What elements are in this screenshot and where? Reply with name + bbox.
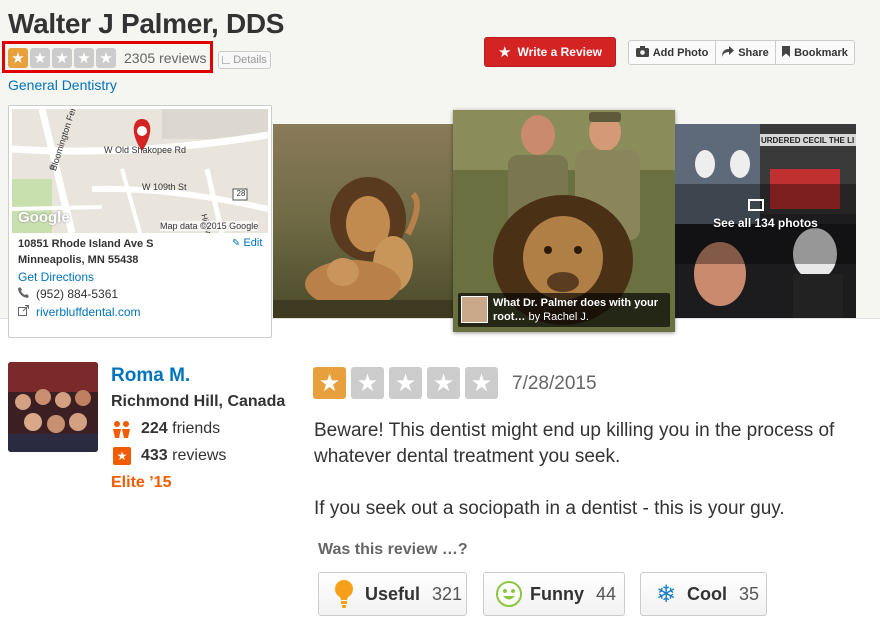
pencil-icon: ✎ xyxy=(232,238,241,249)
funny-button[interactable]: Funny 44 xyxy=(483,572,625,616)
map-street-label: W 109th St xyxy=(142,182,187,192)
business-name: Walter J Palmer, DDS xyxy=(8,8,285,39)
address-line: 10851 Rhode Island Ave S xyxy=(18,238,154,250)
address-line: Minneapolis, MN 55438 xyxy=(18,254,139,266)
write-review-label: Write a Review xyxy=(517,45,602,59)
star-icon: ★ xyxy=(465,367,498,399)
friends-icon xyxy=(111,420,133,438)
website-row[interactable]: riverbluffdental.com xyxy=(18,305,141,319)
category-link[interactable]: General Dentistry xyxy=(8,77,117,93)
reviews-count: 433 xyxy=(141,447,168,464)
elite-badge[interactable]: Elite ’15 xyxy=(111,474,171,492)
get-directions-link[interactable]: Get Directions xyxy=(18,270,94,284)
review-paragraph: If you seek out a sociopath in a dentist… xyxy=(314,498,785,519)
review-date: 7/28/2015 xyxy=(512,373,597,394)
edit-label: Edit xyxy=(243,237,263,249)
lightbulb-icon xyxy=(331,580,357,608)
star-icon: ★ xyxy=(427,367,460,399)
details-button[interactable]: Details xyxy=(218,51,271,69)
action-button-group: Add Photo Share Bookmark xyxy=(628,40,855,65)
write-review-button[interactable]: ★ Write a Review xyxy=(484,37,616,67)
location-map[interactable]: W Old Shakopee Rd W 109th St Bloomington… xyxy=(12,109,268,233)
useful-count: 321 xyxy=(432,583,463,604)
caption-text: What Dr. Palmer does with your root… by … xyxy=(493,296,665,324)
google-logo: Google xyxy=(18,209,70,226)
edit-address-link[interactable]: ✎ Edit xyxy=(232,237,262,249)
cool-count: 35 xyxy=(739,583,760,604)
website-link[interactable]: riverbluffdental.com xyxy=(36,305,141,319)
map-street-label: W Old Shakopee Rd xyxy=(104,145,187,155)
business-star-rating: ★ ★ ★ ★ ★ xyxy=(8,48,116,68)
cool-button[interactable]: ❄ Cool 35 xyxy=(640,572,767,616)
reviewer-review-count: ★ 433 reviews xyxy=(111,447,226,465)
featured-hunt-photo[interactable]: What Dr. Palmer does with your root… by … xyxy=(453,110,675,332)
review-paragraph: Beware! This dentist might end up killin… xyxy=(314,420,835,467)
map-card: W Old Shakopee Rd W 109th St Bloomington… xyxy=(8,105,272,338)
reviewer-friends: 224 friends xyxy=(111,420,220,438)
photo-caption[interactable]: What Dr. Palmer does with your root… by … xyxy=(458,293,670,327)
map-route-badge: 28 xyxy=(236,189,246,198)
sign-text: URDERED CECIL THE LI xyxy=(761,136,855,145)
phone-row: (952) 884-5361 xyxy=(18,287,118,301)
bookmark-label: Bookmark xyxy=(794,46,848,59)
photos-stack-icon xyxy=(748,199,764,211)
review-count: 2305 reviews xyxy=(124,50,207,66)
star-icon: ★ xyxy=(498,43,512,61)
camera-icon xyxy=(635,45,649,60)
external-link-icon xyxy=(18,305,30,319)
reviewer-avatar[interactable] xyxy=(8,362,98,452)
share-button[interactable]: Share xyxy=(716,41,776,64)
star-icon: ★ xyxy=(313,367,346,399)
see-all-photos-tile[interactable]: URDERED CECIL THE LI See all 134 photos xyxy=(675,124,856,318)
review-body: Beware! This dentist might end up killin… xyxy=(314,418,874,548)
business-address: 10851 Rhode Island Ave S Minneapolis, MN… xyxy=(18,236,154,268)
review-star-rating: ★ ★ ★ ★ ★ xyxy=(313,367,498,399)
map-attribution: Map data ©2015 Google xyxy=(160,221,259,231)
bookmark-button[interactable]: Bookmark xyxy=(776,41,854,64)
star-icon: ★ xyxy=(52,48,72,68)
caption-avatar xyxy=(461,296,488,323)
friends-label: friends xyxy=(172,420,221,437)
caption-author: by Rachel J. xyxy=(528,311,589,323)
cool-label: Cool xyxy=(687,583,727,604)
reviewer-location: Richmond Hill, Canada xyxy=(111,393,286,410)
phone-number: (952) 884-5361 xyxy=(36,287,119,301)
reviewer-name[interactable]: Roma M. xyxy=(111,365,190,387)
see-all-photos-link[interactable]: See all 134 photos xyxy=(675,216,856,230)
funny-count: 44 xyxy=(596,583,617,604)
star-icon: ★ xyxy=(30,48,50,68)
bookmark-icon xyxy=(782,45,791,60)
useful-label: Useful xyxy=(365,583,421,604)
was-this-review-prompt: Was this review …? xyxy=(318,541,468,558)
bar-chart-icon xyxy=(222,56,231,64)
friends-count: 224 xyxy=(141,420,168,437)
share-arrow-icon xyxy=(722,45,735,60)
add-photo-label: Add Photo xyxy=(652,46,709,59)
star-icon: ★ xyxy=(8,48,28,68)
star-icon: ★ xyxy=(389,367,422,399)
star-icon: ★ xyxy=(74,48,94,68)
reviews-label: reviews xyxy=(172,447,227,464)
funny-label: Funny xyxy=(530,583,584,604)
lion-family-photo[interactable] xyxy=(273,124,454,318)
share-label: Share xyxy=(738,46,769,59)
phone-icon xyxy=(18,287,30,301)
details-label: Details xyxy=(233,54,267,66)
star-icon: ★ xyxy=(351,367,384,399)
star-icon: ★ xyxy=(96,48,116,68)
star-icon: ★ xyxy=(113,447,131,465)
smiley-icon xyxy=(496,580,522,608)
add-photo-button[interactable]: Add Photo xyxy=(629,41,716,64)
snowflake-icon: ❄ xyxy=(655,580,677,608)
useful-button[interactable]: Useful 321 xyxy=(318,572,467,616)
